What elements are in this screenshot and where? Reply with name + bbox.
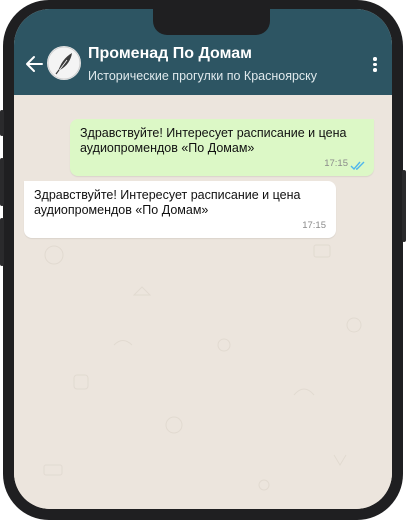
- avatar[interactable]: [47, 46, 81, 80]
- phone-frame: Променад По Домам Исторические прогулки …: [0, 0, 406, 520]
- phone-notch: [153, 9, 270, 35]
- mute-switch: [0, 110, 4, 136]
- outgoing-message[interactable]: Здравствуйте! Интересует расписание и це…: [70, 119, 374, 176]
- volume-up-button: [0, 158, 4, 206]
- chat-title[interactable]: Променад По Домам: [88, 45, 252, 63]
- chat-subtitle[interactable]: Исторические прогулки по Красноярску: [88, 69, 317, 83]
- double-check-icon: [350, 161, 365, 171]
- message-text: Здравствуйте! Интересует расписание и це…: [80, 126, 347, 155]
- feather-logo: [47, 46, 81, 80]
- phone-screen: Променад По Домам Исторические прогулки …: [14, 9, 392, 509]
- message-text: Здравствуйте! Интересует расписание и це…: [34, 188, 301, 217]
- back-arrow-icon[interactable]: [24, 54, 44, 74]
- message-time: 17:15: [302, 220, 326, 231]
- message-time: 17:15: [324, 158, 348, 169]
- chat-area: Здравствуйте! Интересует расписание и це…: [14, 95, 392, 509]
- more-vertical-icon[interactable]: [372, 57, 378, 73]
- power-button: [402, 170, 406, 242]
- volume-down-button: [0, 218, 4, 266]
- incoming-message[interactable]: Здравствуйте! Интересует расписание и це…: [24, 181, 336, 238]
